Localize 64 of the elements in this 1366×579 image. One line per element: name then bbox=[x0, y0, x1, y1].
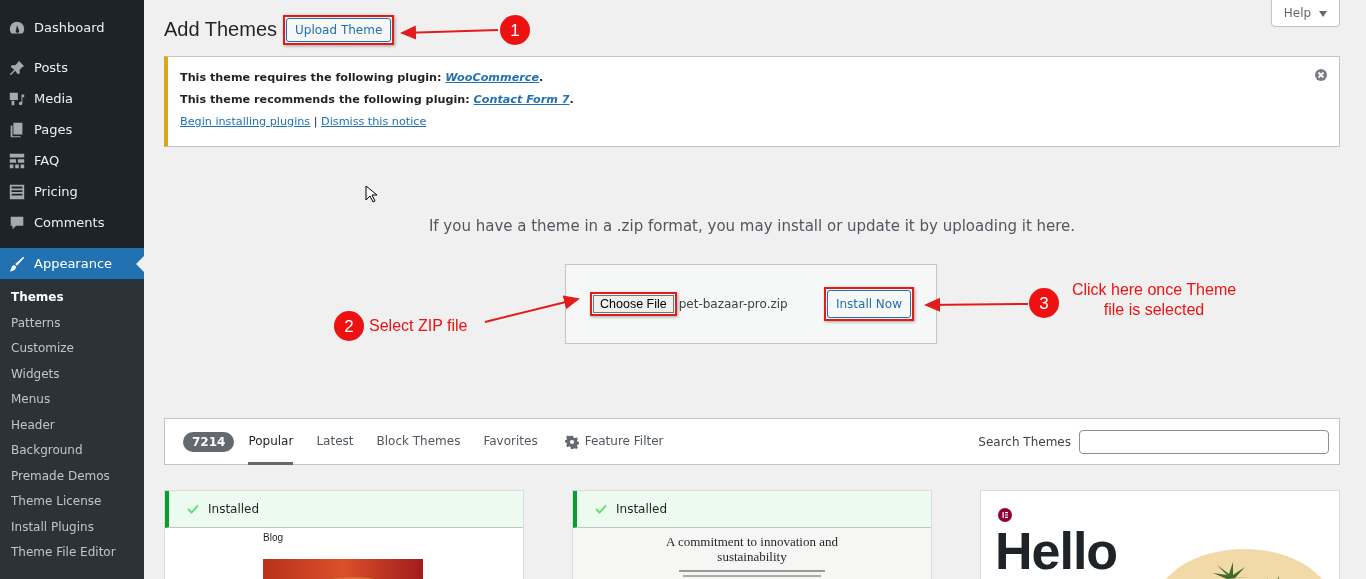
upload-hint: If you have a theme in a .zip format, you may install or update it by uploading it here. bbox=[427, 217, 1077, 235]
menu-item[interactable]: Pricing bbox=[0, 176, 144, 207]
submenu-item[interactable]: Theme File Editor bbox=[0, 540, 144, 566]
check-icon bbox=[187, 504, 199, 514]
submenu-item[interactable]: Premade Demos bbox=[0, 463, 144, 489]
theme-card[interactable]: Installed A commitment to innovation and sustainability bbox=[572, 490, 932, 579]
page-title: Add Themes bbox=[164, 18, 278, 41]
plugin-link[interactable]: Contact Form 7 bbox=[473, 93, 570, 106]
file-name: pet-bazaar-pro.zip bbox=[678, 297, 789, 311]
menu-item[interactable]: Dashboard bbox=[0, 12, 144, 43]
filter-tab[interactable]: Popular bbox=[248, 418, 294, 465]
close-icon[interactable] bbox=[1315, 69, 1327, 81]
cursor-icon bbox=[365, 185, 377, 203]
help-button[interactable]: Help bbox=[1270, 0, 1340, 27]
menu-item[interactable]: Pages bbox=[0, 114, 144, 145]
submenu-item[interactable]: Patterns bbox=[0, 310, 144, 336]
check-icon bbox=[595, 504, 607, 514]
step-badge: 2 bbox=[334, 311, 364, 341]
caret-icon bbox=[1319, 10, 1327, 17]
annotation-label: Select ZIP file bbox=[369, 317, 468, 335]
separator-text: | bbox=[313, 115, 318, 128]
plugin-link[interactable]: WooCommerce bbox=[445, 71, 539, 84]
submenu-item[interactable]: Theme License bbox=[0, 489, 144, 515]
preview-heading: A commitment to innovation and sustainability bbox=[665, 534, 839, 564]
theme-card[interactable]: Installed Blog bbox=[164, 490, 524, 579]
step-badge: 1 bbox=[500, 15, 530, 45]
notice-link[interactable]: Begin installing plugins bbox=[180, 115, 311, 128]
filter-tab[interactable]: Favorites bbox=[483, 418, 538, 465]
submenu-item[interactable]: Widgets bbox=[0, 361, 144, 387]
grid-icon bbox=[8, 151, 26, 170]
submenu-item[interactable]: Menus bbox=[0, 387, 144, 413]
choose-file-button[interactable]: Choose File bbox=[593, 295, 674, 313]
filter-tab[interactable]: Block Themes bbox=[376, 418, 461, 465]
pin-icon bbox=[8, 58, 26, 77]
submenu-item[interactable]: Header bbox=[0, 412, 144, 438]
step-badge: 3 bbox=[1029, 288, 1059, 318]
notice-link[interactable]: Dismiss this notice bbox=[321, 115, 427, 128]
brush-icon bbox=[8, 254, 26, 273]
theme-count: 7214 bbox=[183, 431, 235, 452]
status-text: Installed bbox=[208, 502, 260, 516]
preview-heading: Blog bbox=[263, 532, 283, 543]
feature-filter-tab[interactable]: Feature Filter bbox=[564, 418, 664, 465]
theme-card[interactable]: Hello bbox=[980, 490, 1340, 579]
install-now-button[interactable]: Install Now bbox=[826, 290, 911, 318]
annotation-label: Click here once Theme file is selected bbox=[1070, 280, 1238, 320]
list-icon bbox=[8, 182, 26, 201]
preview-heading: Hello bbox=[995, 521, 1118, 579]
submenu-item[interactable]: Background bbox=[0, 438, 144, 464]
upload-theme-button[interactable]: Upload Theme bbox=[286, 17, 392, 42]
menu-item[interactable]: Media bbox=[0, 83, 144, 114]
status-text: Installed bbox=[616, 502, 668, 516]
search-label: Search Themes bbox=[978, 434, 1071, 449]
menu-item[interactable]: Appearance bbox=[0, 248, 144, 279]
logo-icon bbox=[998, 508, 1012, 522]
filter-tab[interactable]: Latest bbox=[316, 418, 354, 465]
submenu-item[interactable]: Customize bbox=[0, 336, 144, 362]
submenu-item[interactable]: Install Plugins bbox=[0, 514, 144, 540]
menu-item[interactable]: FAQ bbox=[0, 145, 144, 176]
search-field[interactable] bbox=[1079, 429, 1329, 454]
submenu-item[interactable]: Themes bbox=[0, 285, 144, 311]
menu-item[interactable]: Comments bbox=[0, 207, 144, 238]
notice-text: This theme recommends the following plugin: Contact Form 7. bbox=[180, 92, 575, 108]
gear-icon bbox=[564, 434, 579, 449]
menu-item[interactable]: Posts bbox=[0, 52, 144, 83]
